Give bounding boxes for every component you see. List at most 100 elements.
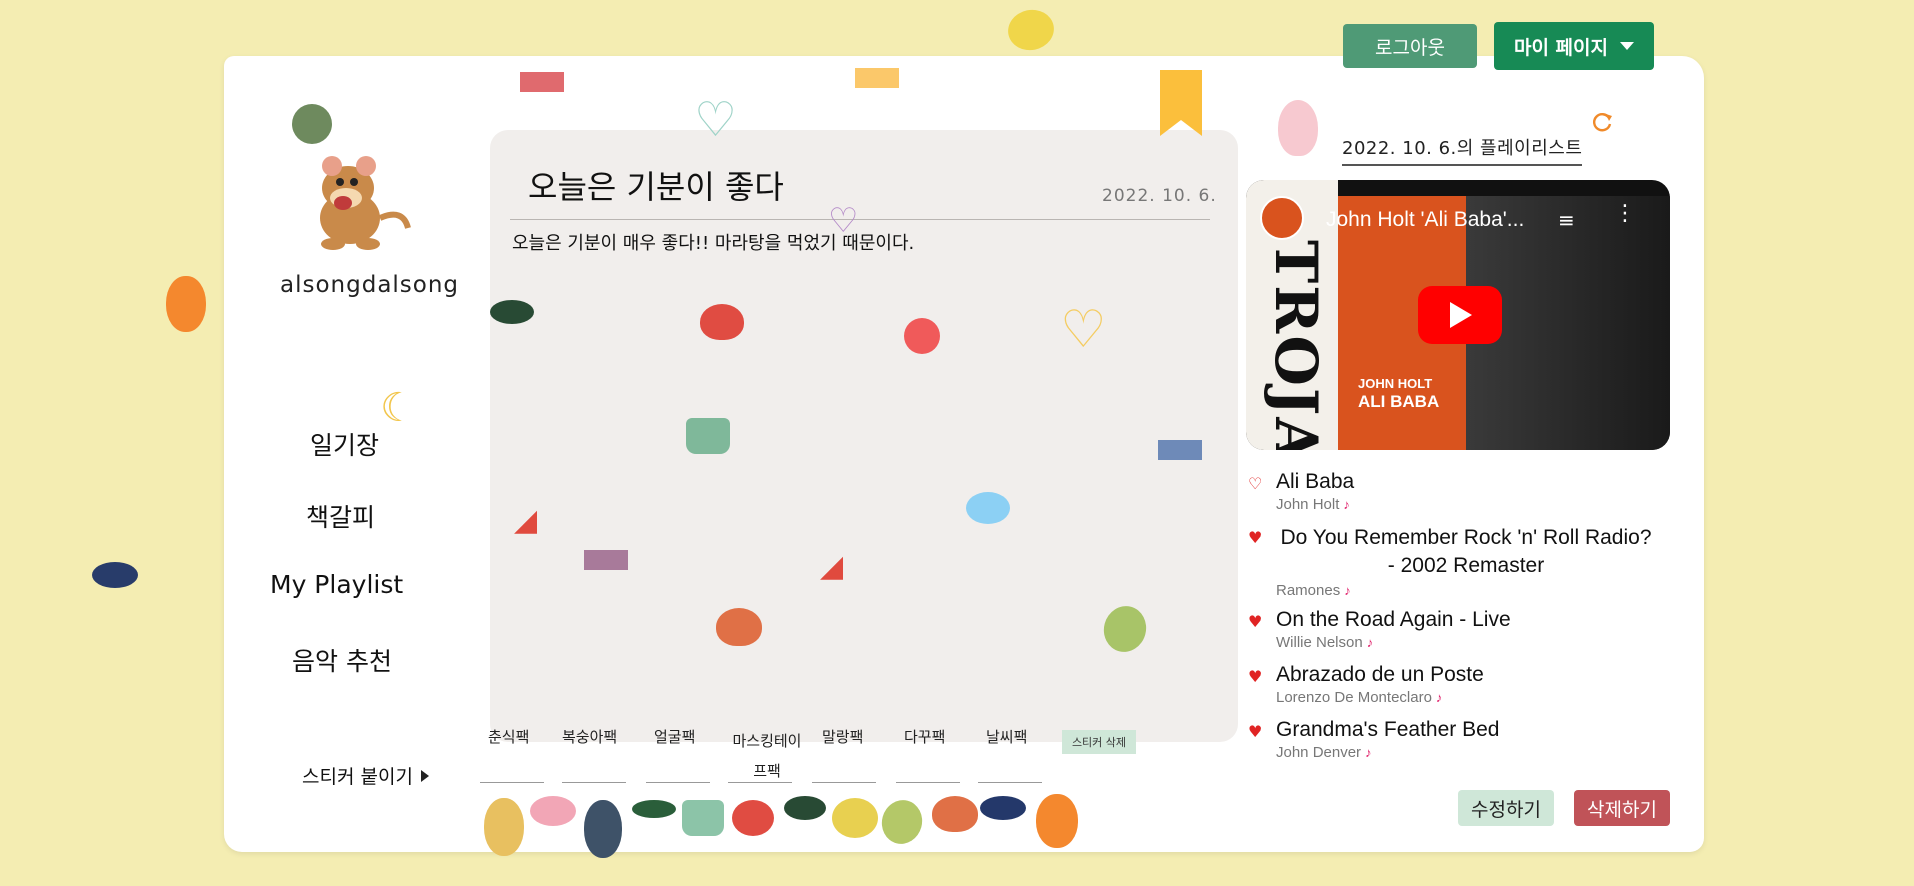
palette-sticker[interactable] [484, 798, 524, 856]
nav-item-diary[interactable]: 일기장 [310, 426, 379, 462]
play-button[interactable] [1418, 286, 1502, 344]
masking-tape-sticker[interactable] [520, 72, 564, 92]
heart-sticker[interactable]: ♡ [694, 96, 737, 144]
status-dot [292, 104, 332, 144]
video-player[interactable]: TROJAN John Holt 'Ali Baba'... ≡ ⋮ JOHN … [1246, 180, 1670, 450]
song-title: On the Road Again - Live [1276, 608, 1511, 631]
yellow-blob-sticker[interactable] [1004, 5, 1058, 55]
palette-sticker[interactable] [682, 800, 724, 836]
tab-underline [728, 782, 792, 783]
tab-underline [480, 782, 544, 783]
logout-button[interactable]: 로그아웃 [1343, 24, 1477, 68]
palette-sticker[interactable] [1036, 794, 1078, 848]
red-heart-sticker[interactable] [700, 304, 744, 340]
queue-icon[interactable]: ≡ [1558, 208, 1575, 232]
song-item[interactable]: ♥ On the Road Again - Live Willie Nelson… [1246, 608, 1676, 651]
mypage-button[interactable]: 마이 페이지 [1494, 22, 1654, 70]
palette-sticker[interactable] [980, 796, 1026, 820]
music-note-icon: ♪ [1435, 690, 1443, 705]
heart-sticker[interactable]: ♡ [828, 204, 858, 238]
watermelon-sticker[interactable]: ◢ [820, 552, 843, 582]
tab-pack-choonsik[interactable]: 춘식팩 [488, 726, 529, 747]
video-song-text: ALI BABA [1358, 392, 1440, 411]
music-note-icon: ♪ [1366, 635, 1374, 650]
palette-sticker[interactable] [584, 800, 622, 858]
blue-cloud-sticker[interactable] [966, 492, 1010, 524]
video-title: John Holt 'Ali Baba'... [1326, 208, 1525, 231]
channel-avatar[interactable] [1260, 196, 1304, 240]
sticker-attach-toggle[interactable]: 스티커 붙이기 [302, 762, 429, 789]
diary-title: 오늘은 기분이 좋다 [528, 168, 784, 206]
username: alsongdalsong [280, 272, 460, 298]
heart-icon[interactable]: ♡ [1248, 474, 1262, 493]
moon-sticker[interactable]: ☾ [380, 388, 416, 428]
mypage-label: 마이 페이지 [1513, 36, 1608, 59]
tab-underline [978, 782, 1042, 783]
song-artist: Lorenzo De Monteclaro [1276, 689, 1432, 706]
tab-pack-face[interactable]: 얼굴팩 [654, 726, 695, 747]
tab-pack-weather[interactable]: 날씨팩 [986, 726, 1027, 747]
green-cloud-sticker[interactable] [490, 300, 534, 324]
tab-underline [896, 782, 960, 783]
video-artist-text: JOHN HOLT [1358, 376, 1433, 391]
orange-blob-sticker[interactable] [166, 276, 206, 332]
heart-icon[interactable]: ♥ [1248, 667, 1262, 686]
masking-tape-sticker[interactable] [1158, 440, 1202, 460]
sticker-attach-label: 스티커 붙이기 [302, 766, 413, 788]
song-artist: John Denver [1276, 744, 1362, 761]
palette-sticker[interactable] [632, 800, 676, 818]
peach-sticker[interactable] [1278, 100, 1318, 156]
orange-heart-sticker[interactable] [716, 608, 762, 646]
tab-pack-masking-tape[interactable]: 마스킹테이프팩 [726, 726, 808, 786]
song-item[interactable]: ♥ Grandma's Feather Bed John Denver ♪ [1246, 718, 1676, 761]
tab-underline [562, 782, 626, 783]
song-title: Ali Baba [1276, 470, 1355, 493]
song-title: Do You Remember Rock 'n' Roll Radio? - 2… [1280, 526, 1652, 577]
video-label-text: TROJAN [1262, 240, 1330, 450]
song-item[interactable]: ♡ Ali Baba John Holt ♪ [1246, 470, 1676, 513]
music-note-icon: ♪ [1344, 583, 1351, 598]
song-item[interactable]: ♥ Abrazado de un Poste Lorenzo De Montec… [1246, 663, 1676, 706]
music-note-icon: ♪ [1343, 497, 1350, 512]
heart-icon[interactable]: ♥ [1248, 612, 1262, 631]
watermelon-sticker[interactable]: ◢ [514, 506, 537, 536]
heart-icon[interactable]: ♥ [1248, 722, 1262, 741]
palette-sticker[interactable] [530, 796, 576, 826]
palette-sticker[interactable] [932, 796, 978, 832]
masking-tape-sticker[interactable] [855, 68, 899, 88]
tab-pack-dakku[interactable]: 다꾸팩 [904, 726, 945, 747]
masking-tape-sticker[interactable] [584, 550, 628, 570]
caret-right-icon [420, 769, 429, 782]
bookmark-icon[interactable] [1160, 70, 1202, 136]
song-artist: Ramones [1276, 582, 1341, 599]
song-artist: Willie Nelson [1276, 634, 1363, 651]
nav-item-bookmark[interactable]: 책갈피 [306, 498, 375, 534]
heart-icon[interactable]: ♥ [1248, 528, 1262, 547]
tab-underline [646, 782, 710, 783]
tab-pack-peach[interactable]: 복숭아팩 [562, 726, 617, 747]
refresh-icon[interactable] [1590, 110, 1614, 134]
more-vert-icon[interactable]: ⋮ [1614, 203, 1636, 225]
nav-item-music-recommend[interactable]: 음악 추천 [292, 642, 392, 678]
palette-sticker[interactable] [732, 800, 774, 836]
play-icon [1450, 302, 1472, 328]
tab-pack-malang[interactable]: 말랑팩 [822, 726, 863, 747]
diary-divider [510, 219, 1210, 220]
music-note-icon: ♪ [1365, 745, 1372, 760]
playlist-date-title: 2022. 10. 6.의 플레이리스트 [1342, 134, 1583, 166]
heart-sticker[interactable]: ♡ [1060, 304, 1107, 356]
delete-sticker-button[interactable]: 스티커 삭제 [1062, 730, 1136, 754]
delete-button[interactable]: 삭제하기 [1574, 790, 1670, 826]
nav-item-playlist[interactable]: My Playlist [270, 570, 403, 599]
song-artist: John Holt [1276, 496, 1340, 513]
avatar[interactable] [288, 148, 418, 258]
palette-sticker[interactable] [832, 798, 878, 838]
green-trapezoid-sticker[interactable] [686, 418, 730, 454]
navy-cloud-sticker[interactable] [92, 562, 138, 588]
edit-button[interactable]: 수정하기 [1458, 790, 1554, 826]
song-item[interactable]: ♥ Do You Remember Rock 'n' Roll Radio? -… [1246, 524, 1676, 599]
diary-date: 2022. 10. 6. [1102, 186, 1217, 206]
palette-sticker[interactable] [784, 796, 826, 820]
sun-sticker[interactable] [904, 318, 940, 354]
tab-underline [812, 782, 876, 783]
